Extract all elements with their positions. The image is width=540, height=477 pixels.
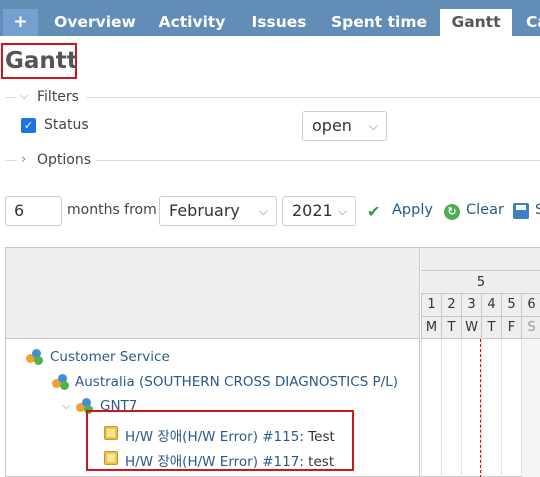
options-border (96, 160, 540, 161)
filters-border (5, 97, 17, 98)
months-from-label: months from (67, 202, 157, 218)
day-number: 2 (441, 294, 461, 316)
chevron-down-icon[interactable]: ⌵ (20, 89, 28, 103)
issue-subject: : Test (299, 429, 335, 445)
day-number: 3 (461, 294, 481, 316)
new-object-tab[interactable]: + (3, 9, 38, 36)
chevron-right-icon[interactable]: › (21, 152, 26, 167)
tab-calendar[interactable]: Ca (516, 9, 540, 36)
day-number: 1 (421, 294, 441, 316)
issue-link[interactable]: H/W 장애(H/W Error) #115 (125, 429, 299, 445)
status-operator-select[interactable]: open ⌵ (302, 111, 387, 141)
checkmark-icon[interactable]: ✔ (367, 202, 380, 221)
issue-icon (104, 451, 118, 465)
year-select[interactable]: 2021 ⌵ (282, 196, 356, 226)
day-number: 6 (521, 294, 540, 316)
day-letter: S (521, 317, 540, 339)
chevron-down-icon[interactable]: ⌵ (62, 399, 70, 413)
filters-border (86, 97, 540, 98)
chevron-down-icon: ⌵ (337, 204, 347, 218)
save-icon[interactable] (513, 203, 529, 219)
gantt-subjects-header (6, 248, 420, 339)
issue-row: H/W 장애(H/W Error) #115: Test (125, 425, 335, 445)
day-letter: T (481, 317, 501, 339)
issue-row: H/W 장애(H/W Error) #117: test (125, 450, 334, 470)
apply-link[interactable]: Apply (392, 202, 433, 218)
tab-spent-time[interactable]: Spent time (324, 9, 434, 36)
project-link[interactable]: Customer Service (50, 349, 170, 365)
options-border (5, 160, 17, 161)
chevron-down-icon: ⌵ (368, 119, 378, 133)
filters-legend[interactable]: Filters (37, 89, 79, 105)
day-column (501, 339, 521, 477)
day-column (481, 339, 501, 477)
issue-subject: : test (299, 454, 335, 470)
day-letter: M (421, 317, 441, 339)
day-number: 5 (501, 294, 521, 316)
project-icon (26, 349, 44, 365)
issue-link[interactable]: H/W 장애(H/W Error) #117 (125, 454, 299, 470)
project-menu: + Overview Activity Issues Spent time Ga… (0, 0, 540, 36)
months-input[interactable]: 6 (5, 196, 62, 226)
gantt-month-header (421, 248, 540, 271)
status-checkbox[interactable]: ✓ (21, 118, 36, 133)
save-link[interactable]: S (535, 202, 540, 218)
chevron-down-icon: ⌵ (258, 204, 268, 218)
day-column (421, 339, 441, 477)
status-label: Status (44, 117, 89, 133)
today-marker (480, 339, 481, 477)
tab-activity[interactable]: Activity (150, 9, 234, 36)
subproject-link[interactable]: Australia (SOUTHERN CROSS DIAGNOSTICS P/… (75, 374, 398, 390)
tab-gantt[interactable]: Gantt (440, 9, 512, 36)
day-letter: T (441, 317, 461, 339)
tab-issues[interactable]: Issues (238, 9, 320, 36)
reload-icon[interactable]: ↻ (444, 204, 460, 220)
project-icon (52, 374, 70, 390)
clear-link[interactable]: Clear (466, 202, 504, 218)
day-column (441, 339, 461, 477)
tab-overview[interactable]: Overview (42, 9, 148, 36)
issue-icon (104, 426, 118, 440)
day-letter: F (501, 317, 521, 339)
month-select[interactable]: February ⌵ (159, 196, 277, 226)
page-title: Gantt (5, 48, 78, 74)
week-number: 5 (476, 275, 486, 290)
day-number: 4 (481, 294, 501, 316)
day-letter: W (461, 317, 481, 339)
day-column (461, 339, 481, 477)
gantt-calendar: 5 1 2 3 4 5 6 M T W T F S (421, 248, 540, 477)
options-legend[interactable]: Options (37, 152, 91, 168)
day-column-weekend (521, 339, 540, 477)
